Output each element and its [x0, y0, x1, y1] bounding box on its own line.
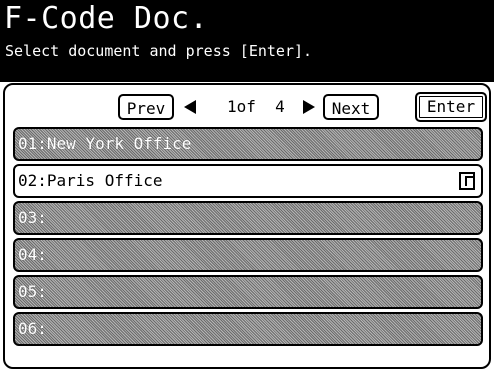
- list-item-04: 04:: [13, 238, 483, 272]
- pager-toolbar: Prev 1of 4 Next Enter: [5, 85, 489, 127]
- arrow-left-icon: [184, 100, 196, 114]
- document-list-panel: Prev 1of 4 Next Enter 01:New York Office…: [3, 83, 491, 369]
- page-indicator: 1of 4: [227, 97, 285, 116]
- prev-button[interactable]: Prev: [118, 94, 174, 120]
- list-item-05: 05:: [13, 275, 483, 309]
- enter-button[interactable]: Enter: [415, 92, 487, 122]
- arrow-right-icon: [303, 100, 315, 114]
- list-item-label: 01:New York Office: [18, 134, 192, 153]
- list-item-03: 03:: [13, 201, 483, 235]
- next-button[interactable]: Next: [323, 94, 379, 120]
- list-item-label: 06:: [18, 319, 47, 338]
- list-item-label: 05:: [18, 282, 47, 301]
- screen-title: F-Code Doc.: [4, 1, 209, 36]
- list-item-label: 02:Paris Office: [18, 171, 163, 190]
- list-item-label: 03:: [18, 208, 47, 227]
- screen-instruction: Select document and press [Enter].: [5, 42, 313, 60]
- list-item-02[interactable]: 02:Paris Office: [13, 164, 483, 198]
- document-icon: [459, 172, 475, 190]
- list-item-01: 01:New York Office: [13, 127, 483, 161]
- list-item-label: 04:: [18, 245, 47, 264]
- document-list: 01:New York Office 02:Paris Office 03: 0…: [13, 127, 483, 349]
- screen-header: F-Code Doc. Select document and press [E…: [0, 0, 494, 82]
- list-item-06: 06:: [13, 312, 483, 346]
